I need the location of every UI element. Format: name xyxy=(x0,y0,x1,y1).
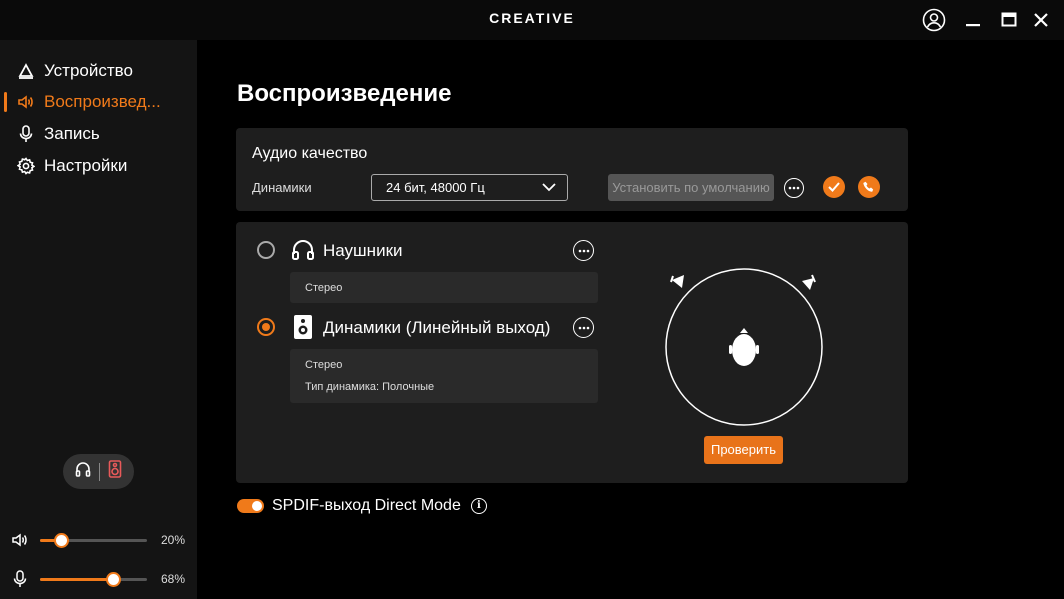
slider-thumb[interactable] xyxy=(105,572,121,587)
headphones-more-button[interactable] xyxy=(573,240,594,261)
close-button[interactable] xyxy=(1027,6,1055,34)
brand-logo: CREATIVE xyxy=(489,10,575,26)
set-default-button[interactable]: Установить по умолчанию xyxy=(608,174,774,201)
record-volume-row: 68% xyxy=(0,569,197,589)
check-icon xyxy=(828,182,840,192)
more-options-button[interactable] xyxy=(784,178,804,198)
account-button[interactable] xyxy=(920,6,948,34)
spdif-row: SPDIF-выход Direct Mode i xyxy=(237,495,487,517)
user-icon xyxy=(922,8,946,32)
record-volume-slider[interactable] xyxy=(40,572,147,587)
sidebar-item-label: Воспроизвед... xyxy=(44,92,161,111)
sidebar-item-label: Запись xyxy=(44,124,100,143)
format-dropdown[interactable]: 24 бит, 48000 Гц xyxy=(371,174,568,201)
more-dots-icon xyxy=(578,326,589,329)
microphone-icon xyxy=(10,569,30,589)
maximize-button[interactable] xyxy=(995,6,1023,34)
speaker-icon[interactable] xyxy=(108,460,122,483)
spdif-label: SPDIF-выход Direct Mode xyxy=(272,497,461,514)
phone-icon xyxy=(863,181,874,192)
playback-devices-panel: Наушники Стерео Динамики (Линейный выход… xyxy=(236,222,908,483)
right-speaker-icon xyxy=(802,274,816,290)
speaker-type: Тип динамика: Полочные xyxy=(305,381,435,393)
channel-config: Стерео xyxy=(305,359,343,371)
audio-quality-panel: Аудио качество Динамики 24 бит, 48000 Гц… xyxy=(236,128,908,211)
minimize-icon xyxy=(966,24,980,27)
more-dots-icon xyxy=(788,186,800,190)
playback-volume-value: 20% xyxy=(161,533,186,547)
active-indicator xyxy=(4,92,7,112)
headphones-icon xyxy=(292,240,314,260)
page-title: Воспроизведение xyxy=(237,80,452,107)
minimize-button[interactable] xyxy=(959,6,987,34)
microphone-icon xyxy=(16,124,36,144)
title-bar: CREATIVE xyxy=(0,0,1064,40)
sidebar-item-settings[interactable]: Настройки xyxy=(0,152,197,180)
speakers-radio[interactable] xyxy=(257,318,275,336)
device-label: Динамики xyxy=(252,180,312,195)
info-icon[interactable]: i xyxy=(470,498,487,514)
headphones-info: Стерео xyxy=(290,272,598,303)
spdif-toggle[interactable] xyxy=(237,499,264,513)
output-switch[interactable] xyxy=(63,454,134,489)
format-value: 24 бит, 48000 Гц xyxy=(386,180,485,195)
default-device-check-button[interactable] xyxy=(823,176,845,198)
speaker-icon xyxy=(294,315,312,339)
audio-quality-title: Аудио качество xyxy=(252,145,368,162)
headphones-radio[interactable] xyxy=(257,241,275,259)
speakers-more-button[interactable] xyxy=(573,317,594,338)
default-communication-button[interactable] xyxy=(858,176,880,198)
maximize-icon xyxy=(1001,12,1017,27)
chevron-down-icon xyxy=(542,183,556,192)
sidebar-item-label: Устройство xyxy=(44,61,133,80)
listener-head-icon xyxy=(729,328,759,366)
sidebar: Устройство Воспроизвед... Запись Настрой… xyxy=(0,40,197,599)
device-triangle-icon xyxy=(16,61,36,81)
sidebar-item-label: Настройки xyxy=(44,156,128,175)
close-icon xyxy=(1034,13,1048,27)
playback-volume-slider[interactable] xyxy=(40,533,147,548)
speaker-sound-icon xyxy=(10,530,30,550)
channel-config: Стерео xyxy=(305,282,343,294)
slider-fill xyxy=(40,578,113,581)
test-button[interactable]: Проверить xyxy=(704,436,783,464)
speakers-info: Стерео Тип динамика: Полочные xyxy=(290,349,598,403)
speakers-device-name[interactable]: Динамики (Линейный выход) xyxy=(323,318,550,338)
headphones-device-name[interactable]: Наушники xyxy=(323,241,403,261)
speaker-sound-icon xyxy=(16,92,36,112)
sidebar-item-playback[interactable]: Воспроизвед... xyxy=(0,88,197,116)
more-dots-icon xyxy=(578,249,589,252)
speaker-layout-diagram xyxy=(665,268,823,426)
divider xyxy=(99,462,100,481)
record-volume-value: 68% xyxy=(161,572,186,586)
sidebar-item-record[interactable]: Запись xyxy=(0,120,197,148)
gear-icon xyxy=(16,156,36,176)
slider-thumb[interactable] xyxy=(54,533,70,548)
playback-volume-row: 20% xyxy=(0,530,197,550)
left-speaker-icon xyxy=(670,275,684,288)
headphones-icon[interactable] xyxy=(75,461,91,482)
sidebar-item-device[interactable]: Устройство xyxy=(0,57,197,85)
